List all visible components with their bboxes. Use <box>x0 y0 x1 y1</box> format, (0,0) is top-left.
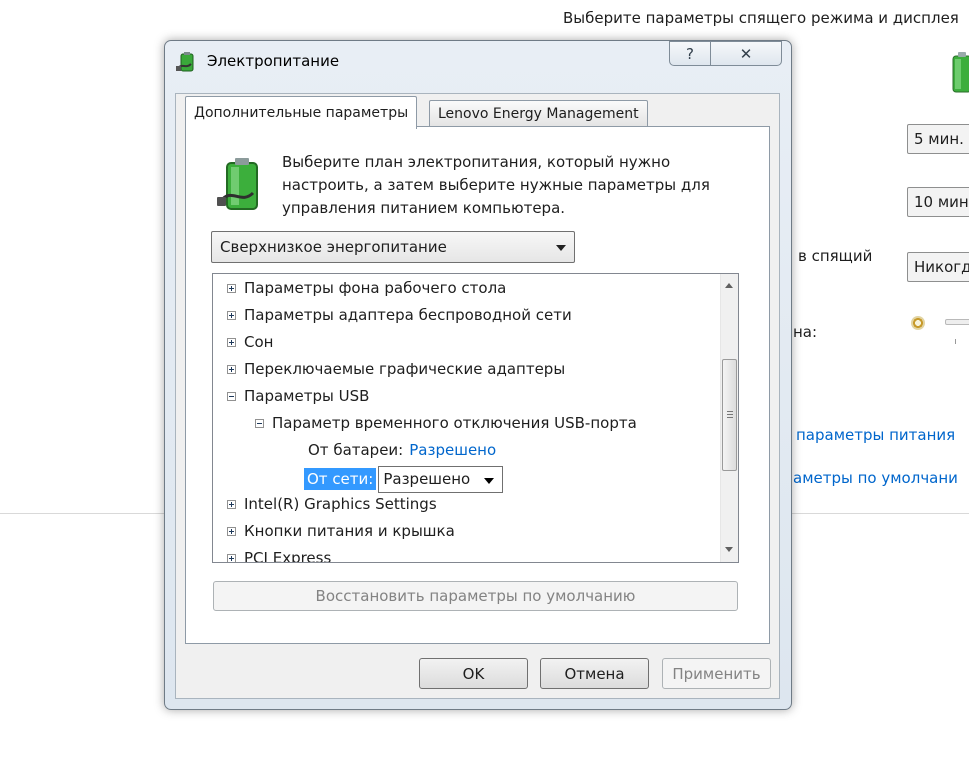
tree-item[interactable]: Переключаемые графические адаптеры <box>227 357 565 381</box>
plan-description: Выберите план электропитания, который ну… <box>282 153 710 217</box>
apply-button[interactable]: Применить <box>662 658 771 689</box>
brightness-slider[interactable] <box>945 319 969 325</box>
sleep-label: в спящий <box>798 247 873 265</box>
tree-item-label: Кнопки питания и крышка <box>244 522 455 540</box>
tree-item-label: Параметры адаптера беспроводной сети <box>244 306 572 324</box>
brightness-label: на: <box>793 323 818 341</box>
tree-item[interactable]: Сон <box>227 330 273 354</box>
help-icon: ? <box>686 44 694 63</box>
settings-tree[interactable]: Параметры фона рабочего стола Параметры … <box>212 273 739 563</box>
battery-icon <box>952 52 969 93</box>
tree-item[interactable]: Параметр временного отключения USB-порта <box>255 411 637 435</box>
close-button[interactable]: ✕ <box>710 41 782 66</box>
sleep-plugged-select[interactable]: Никогд <box>907 252 969 282</box>
power-plan-value: Сверхнизкое энергопитание <box>220 238 447 256</box>
plugged-in-value: Разрешено <box>383 470 471 488</box>
tree-item-label: Intel(R) Graphics Settings <box>244 495 437 513</box>
help-button[interactable]: ? <box>669 41 711 66</box>
expand-icon[interactable] <box>227 553 236 562</box>
expand-icon[interactable] <box>227 283 236 293</box>
sleep-select[interactable]: 10 мин <box>907 187 969 217</box>
tree-item-label: От батареи: <box>308 441 404 459</box>
expand-icon[interactable] <box>227 526 236 536</box>
tab-panel: Выберите план электропитания, который ну… <box>185 126 770 644</box>
scroll-up-icon[interactable] <box>725 283 733 288</box>
tree-item-label: Переключаемые графические адаптеры <box>244 360 566 378</box>
power-options-dialog: Электропитание ? ✕ Дополнительные параме… <box>164 40 792 710</box>
expand-icon[interactable] <box>227 499 236 509</box>
slider-tick <box>955 339 956 344</box>
battery-value-link[interactable]: Разрешено <box>409 441 496 459</box>
grip-icon <box>727 411 733 418</box>
restore-defaults-link[interactable]: аметры по умолчани <box>793 469 958 487</box>
tree-item[interactable]: Параметры адаптера беспроводной сети <box>227 303 572 327</box>
vertical-scrollbar[interactable] <box>720 274 738 562</box>
tree-item[interactable]: Параметры фона рабочего стола <box>227 276 506 300</box>
display-off-select[interactable]: 5 мин. <box>907 124 969 154</box>
tree-item-plugged-in[interactable]: От сети: Разрешено <box>304 465 504 493</box>
tree-item[interactable]: Кнопки питания и крышка <box>227 519 455 543</box>
brightness-sun-icon <box>911 316 925 330</box>
expand-icon[interactable] <box>227 364 236 374</box>
tree-item[interactable]: Intel(R) Graphics Settings <box>227 492 437 516</box>
tree-item-label: От сети: <box>304 468 377 490</box>
expand-icon[interactable] <box>227 337 236 347</box>
title-buttons: ? ✕ <box>669 41 782 67</box>
scroll-down-icon[interactable] <box>725 547 733 552</box>
chevron-down-icon[interactable] <box>484 477 495 484</box>
close-icon: ✕ <box>739 44 753 63</box>
background-header: Выберите параметры спящего режима и дисп… <box>563 9 959 27</box>
tree-item[interactable]: PCI Express <box>227 546 332 563</box>
tab-label: Lenovo Energy Management <box>438 105 639 122</box>
power-options-icon <box>176 52 194 72</box>
scroll-thumb[interactable] <box>722 359 737 471</box>
dialog-client: Дополнительные параметры Lenovo Energy M… <box>175 93 780 699</box>
dialog-title: Электропитание <box>207 52 340 70</box>
tree-item[interactable]: Параметры USB <box>227 384 369 408</box>
ok-button[interactable]: OK <box>419 658 528 689</box>
cancel-button[interactable]: Отмена <box>540 658 649 689</box>
tree-item-label: Параметры USB <box>244 387 370 405</box>
tree-item-label: Сон <box>244 333 274 351</box>
restore-defaults-button[interactable]: Восстановить параметры по умолчанию <box>213 581 738 611</box>
tree-item-label: Параметр временного отключения USB-порта <box>272 414 637 432</box>
collapse-icon[interactable] <box>255 418 264 428</box>
tab-label: Дополнительные параметры <box>194 105 409 121</box>
tree-item-battery[interactable]: От батареи: Разрешено <box>308 438 496 462</box>
tab-advanced-settings[interactable]: Дополнительные параметры <box>185 96 418 129</box>
plugged-in-select[interactable]: Разрешено <box>378 465 504 493</box>
battery-plug-icon <box>217 158 258 210</box>
tree-item-label: PCI Express <box>244 549 332 563</box>
tab-lenovo-energy[interactable]: Lenovo Energy Management <box>429 100 648 127</box>
power-plan-select[interactable]: Сверхнизкое энергопитание <box>211 231 575 263</box>
chevron-down-icon[interactable] <box>556 245 566 251</box>
collapse-icon[interactable] <box>227 391 236 401</box>
expand-icon[interactable] <box>227 310 236 320</box>
tree-item-label: Параметры фона рабочего стола <box>244 279 507 297</box>
change-power-settings-link[interactable]: параметры питания <box>796 426 955 444</box>
